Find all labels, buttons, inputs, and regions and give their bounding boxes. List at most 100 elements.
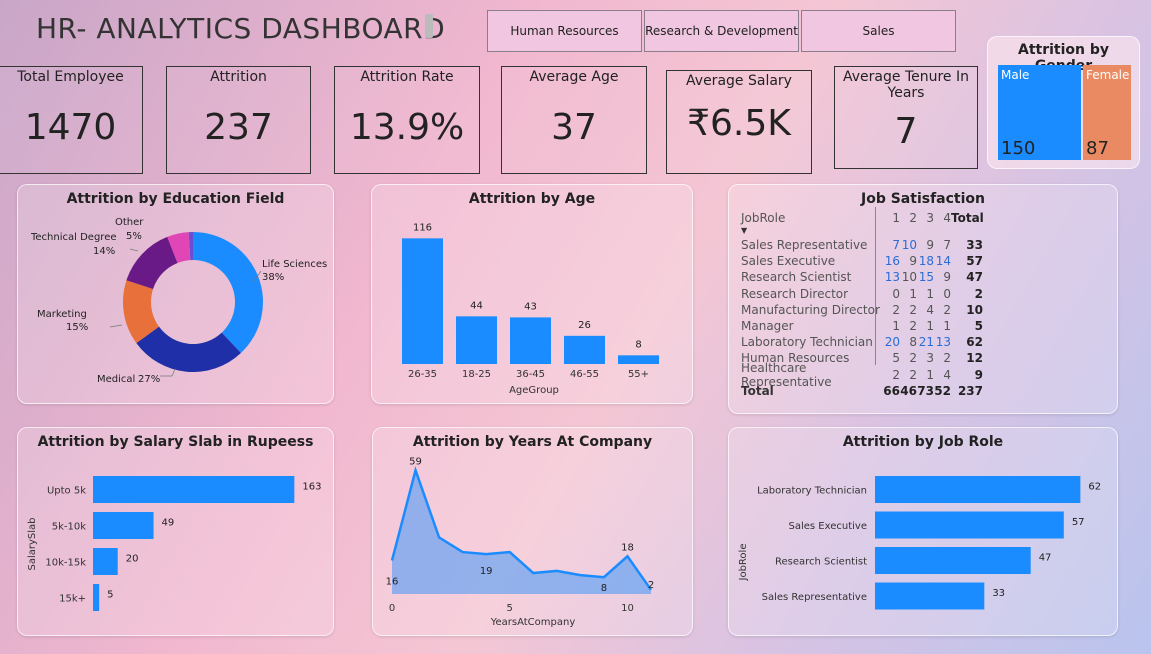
jobrole-bar[interactable]	[875, 582, 985, 610]
age-category-label: 46-55	[570, 369, 599, 380]
panel-title: Attrition by Education Field	[66, 191, 285, 207]
slicer-human-resources[interactable]: Human Resources	[487, 10, 642, 52]
row-cell: 15	[918, 270, 934, 285]
col-header-total[interactable]: Total	[951, 211, 984, 227]
pct-life-sciences: 38%	[262, 272, 284, 283]
row-cell: 46	[900, 383, 917, 398]
row-cell: 8	[909, 335, 917, 350]
row-cell: 13	[884, 270, 900, 285]
table-row[interactable]: Research Director 0 1 1 0 2	[741, 286, 983, 302]
salary-bar-chart: SalarySlab Upto 5k 163 5k-10k 49 10k-15k 20 15…	[27, 476, 321, 611]
label-life-sciences: Life Sciences	[262, 259, 327, 270]
salary-bar[interactable]	[93, 584, 100, 611]
row-role-name: Sales Representative	[741, 238, 868, 253]
row-cell: 10	[901, 238, 917, 253]
kpi-average-tenure: Average Tenure In Years 7	[834, 66, 978, 169]
row-cell: 21	[918, 335, 934, 350]
gender-female-value: 87	[1086, 138, 1109, 159]
years-at-company-panel: Attrition by Years At Company YearsAtCom…	[372, 427, 693, 636]
row-cell: 18	[918, 254, 934, 269]
row-cell: 2	[943, 351, 951, 366]
pct-other: 5%	[126, 231, 142, 242]
col-header-2[interactable]: 2	[900, 211, 917, 227]
kpi-average-age: Average Age 37	[501, 66, 647, 174]
row-total: 10	[966, 302, 983, 317]
table-row[interactable]: Sales Representative 7 10 9 7 33	[741, 237, 983, 253]
row-cell: 2	[909, 367, 917, 382]
row-cell: 4	[943, 367, 951, 382]
row-cell: 9	[943, 270, 951, 285]
age-bar-value: 44	[470, 300, 483, 311]
jobrole-category-label: Research Scientist	[775, 557, 867, 568]
age-bar-chart: AgeGroup 116 26-35 44 18-25 43 36-45 26 46-55 8 5…	[402, 222, 659, 396]
col-header-1[interactable]: 1	[883, 211, 900, 227]
years-data-label: 18	[621, 542, 634, 553]
years-area-fill	[392, 470, 651, 594]
jobrole-category-label: Sales Representative	[762, 592, 867, 603]
title-accent	[425, 14, 433, 38]
row-cell: 2	[892, 367, 900, 382]
row-cell: 7	[892, 238, 900, 253]
years-data-label: 8	[601, 583, 607, 594]
kpi-label: Average Tenure In Years	[843, 69, 969, 101]
row-cell: 2	[909, 302, 917, 317]
salary-bar[interactable]	[93, 476, 295, 503]
kpi-attrition: Attrition 237	[166, 66, 311, 174]
row-cell: 66	[883, 383, 900, 398]
row-cell: 14	[935, 254, 951, 269]
salary-bar-value: 49	[162, 518, 175, 529]
age-bar[interactable]	[402, 238, 443, 364]
salary-bar-value: 20	[126, 554, 139, 565]
slicer-sales[interactable]: Sales	[801, 10, 956, 52]
kpi-value: ₹6.5K	[687, 103, 791, 144]
label-medical: Medical	[97, 374, 135, 385]
kpi-label: Average Salary	[686, 73, 792, 89]
gender-male-tile[interactable]: Male 150	[998, 65, 1081, 160]
age-bar[interactable]	[456, 316, 497, 364]
jobrole-bar[interactable]	[875, 476, 1081, 503]
donut-slice-3[interactable]	[126, 236, 178, 290]
kpi-value: 7	[894, 111, 918, 152]
row-total: 5	[974, 319, 983, 334]
row-role-name: Manufacturing Director	[741, 302, 880, 317]
salary-bar[interactable]	[93, 548, 118, 575]
row-cell: 2	[909, 351, 917, 366]
row-role-name: Manager	[741, 319, 794, 334]
row-role-name: Research Scientist	[741, 270, 852, 285]
row-role-name: Laboratory Technician	[741, 335, 873, 350]
jobrole-bar[interactable]	[875, 547, 1031, 574]
donut-slice-0[interactable]	[193, 232, 263, 354]
age-bar-value: 26	[578, 320, 591, 331]
row-cell: 3	[926, 351, 934, 366]
table-row[interactable]: Manufacturing Director 2 2 4 2 10	[741, 302, 983, 318]
gender-female-tile[interactable]: Female 87	[1083, 65, 1131, 160]
row-cell: 9	[926, 238, 934, 253]
age-bar[interactable]	[618, 355, 659, 364]
table-row[interactable]: Manager 1 2 1 1 5	[741, 318, 983, 334]
salary-category-label: 15k+	[59, 594, 86, 605]
age-category-label: 55+	[628, 369, 649, 380]
jobrole-bar[interactable]	[875, 511, 1064, 539]
col-header-jobrole[interactable]: JobRole	[741, 211, 883, 227]
years-data-label: 2	[648, 580, 654, 591]
attrition-by-gender-card: Attrition by Gender Male 150 Female 87	[987, 36, 1140, 169]
table-row[interactable]: Laboratory Technician 20 8 21 13 62	[741, 334, 983, 350]
row-cell: 13	[935, 335, 951, 350]
col-header-3[interactable]: 3	[917, 211, 934, 227]
sort-arrow-icon[interactable]: ▼	[741, 227, 983, 237]
slicer-research-development[interactable]: Research & Development	[644, 10, 799, 52]
age-bar-value: 43	[524, 301, 537, 312]
age-bar[interactable]	[564, 335, 605, 364]
kpi-label: Total Employee	[17, 69, 124, 85]
table-row[interactable]: Research Scientist 13 10 15 9 47	[741, 269, 983, 285]
row-cell: 9	[909, 254, 917, 269]
table-total-row[interactable]: Total 66 46 73 52 237	[741, 383, 983, 399]
kpi-attrition-rate: Attrition Rate 13.9%	[334, 66, 480, 174]
age-x-axis-label: AgeGroup	[509, 385, 559, 396]
col-header-4[interactable]: 4	[934, 211, 951, 227]
label-technical-degree: Technical Degree	[30, 232, 117, 243]
table-row[interactable]: Sales Executive 16 9 18 14 57	[741, 253, 983, 269]
table-row[interactable]: Healthcare Representative 2 2 1 4 9	[741, 361, 983, 389]
salary-bar[interactable]	[93, 512, 154, 539]
age-bar[interactable]	[510, 317, 551, 364]
